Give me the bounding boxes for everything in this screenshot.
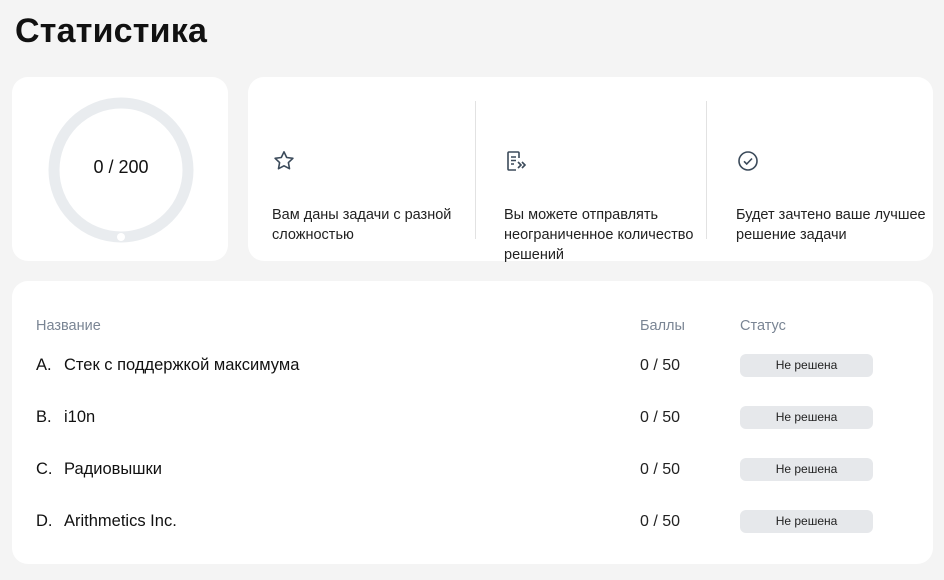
problem-title[interactable]: Радиовышки bbox=[64, 460, 162, 478]
info-text: Вы можете отправлять неограниченное коли… bbox=[504, 207, 694, 263]
check-circle-icon bbox=[738, 151, 758, 171]
problem-name[interactable]: B. i10n bbox=[36, 408, 95, 427]
problem-score: 0 / 50 bbox=[640, 357, 681, 374]
status-badge: Не решена bbox=[740, 354, 873, 377]
problem-title[interactable]: i10n bbox=[64, 408, 95, 426]
problem-name[interactable]: C. Радиовышки bbox=[36, 460, 162, 479]
status-badge: Не решена bbox=[740, 458, 873, 481]
status-badge: Не решена bbox=[740, 406, 873, 429]
table-row[interactable]: A. Стек с поддержкой максимума 0 / 50 Не … bbox=[12, 352, 933, 382]
star-icon bbox=[274, 151, 294, 170]
problem-letter: B. bbox=[36, 408, 52, 426]
problem-score: 0 / 50 bbox=[640, 409, 681, 426]
divider bbox=[706, 101, 707, 239]
header-score: Баллы bbox=[640, 318, 685, 334]
problem-letter: C. bbox=[36, 460, 53, 478]
header-name: Название bbox=[36, 318, 101, 334]
problem-name[interactable]: A. Стек с поддержкой максимума bbox=[36, 356, 299, 375]
divider bbox=[475, 101, 476, 239]
problem-name[interactable]: D. Arithmetics Inc. bbox=[36, 512, 177, 531]
problem-title[interactable]: Стек с поддержкой максимума bbox=[64, 356, 299, 374]
info-text: Вам даны задачи с разной сложностью bbox=[272, 207, 452, 243]
status-badge: Не решена bbox=[740, 510, 873, 533]
document-send-icon bbox=[507, 151, 527, 171]
problem-score: 0 / 50 bbox=[640, 513, 681, 530]
table-row[interactable]: B. i10n 0 / 50 Не решена bbox=[12, 404, 933, 434]
header-status: Статус bbox=[740, 318, 786, 334]
problem-letter: D. bbox=[36, 512, 53, 530]
total-score: 0 / 200 bbox=[93, 157, 149, 177]
progress-marker bbox=[117, 233, 125, 241]
problems-table: Название Баллы Статус A. Стек с поддержко… bbox=[12, 281, 933, 564]
page-title: Статистика bbox=[15, 12, 208, 50]
info-text: Будет зачтено ваше лучшее решение задачи bbox=[736, 207, 926, 243]
problem-letter: A. bbox=[36, 356, 52, 374]
problem-title[interactable]: Arithmetics Inc. bbox=[64, 512, 177, 530]
table-row[interactable]: D. Arithmetics Inc. 0 / 50 Не решена bbox=[12, 508, 933, 538]
problem-score: 0 / 50 bbox=[640, 461, 681, 478]
score-card: 0 / 200 bbox=[12, 77, 228, 261]
table-row[interactable]: C. Радиовышки 0 / 50 Не решена bbox=[12, 456, 933, 486]
info-card: Вам даны задачи с разной сложностью Вы м… bbox=[248, 77, 933, 263]
